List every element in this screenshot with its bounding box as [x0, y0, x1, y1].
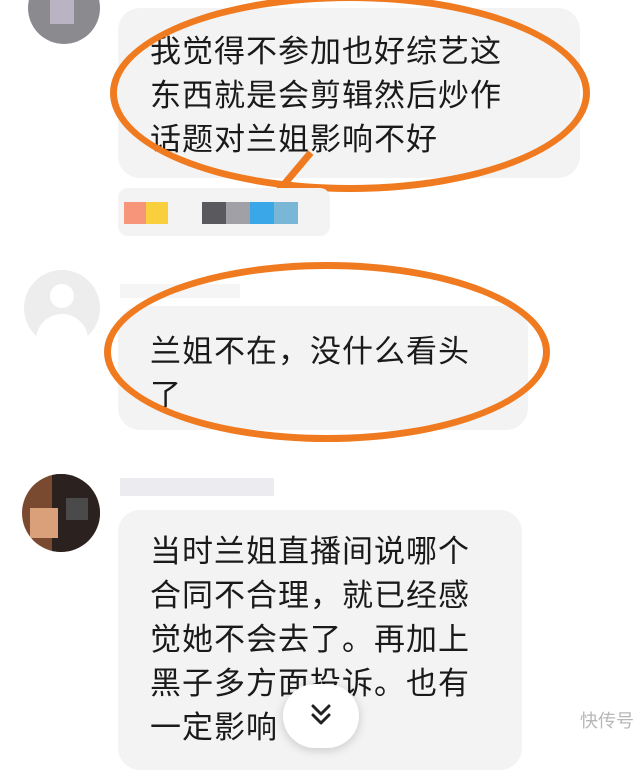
username	[120, 478, 274, 496]
message-bubble[interactable]: 我觉得不参加也好综艺这 东西就是会剪辑然后炒作 话题对兰姐影响不好	[118, 8, 580, 178]
reaction-avatar-icon	[250, 202, 274, 224]
message-text: 我觉得不参加也好综艺这 东西就是会剪辑然后炒作 话题对兰姐影响不好	[150, 34, 502, 158]
reaction-bar[interactable]	[118, 188, 330, 236]
emoji-icon	[124, 202, 146, 224]
avatar[interactable]	[24, 270, 100, 346]
watermark-text: 快传号	[580, 711, 634, 732]
scroll-down-button[interactable]	[283, 684, 359, 748]
reaction-avatar-icon	[274, 202, 298, 224]
reaction-avatar-icon	[202, 202, 226, 224]
username	[120, 284, 240, 298]
watermark: 快传号	[580, 707, 634, 733]
avatar[interactable]	[22, 474, 100, 552]
reaction-avatar-icon	[226, 202, 250, 224]
message-text: 兰姐不在，没什么看头 了	[150, 334, 470, 414]
chevron-double-down-icon	[311, 704, 331, 725]
message-bubble[interactable]: 兰姐不在，没什么看头 了	[118, 306, 528, 430]
emoji-icon	[146, 202, 168, 224]
avatar[interactable]	[28, 0, 100, 44]
